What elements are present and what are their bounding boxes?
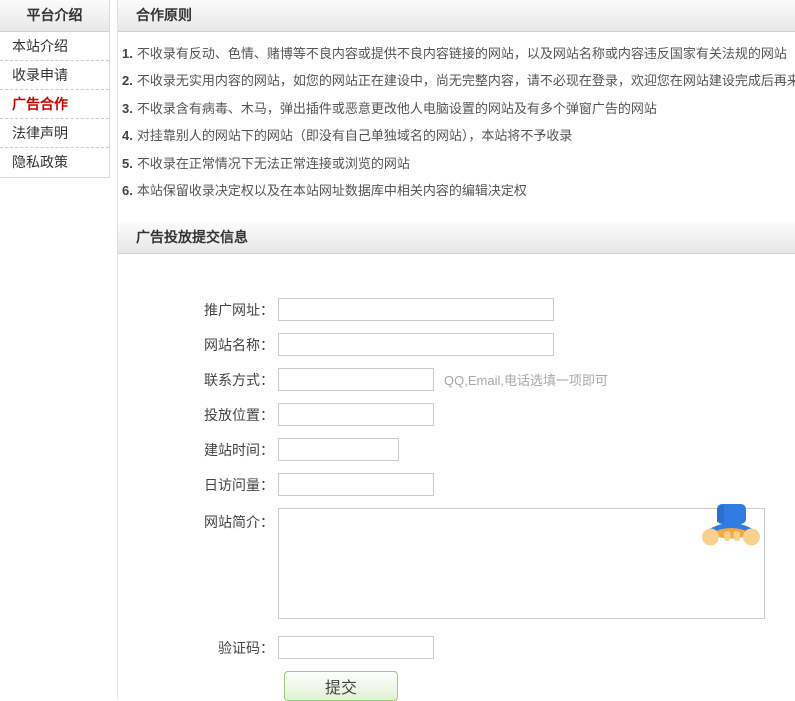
site-age-label: 建站时间： <box>118 440 278 460</box>
form-row-site-intro: 网站简介： <box>118 508 795 624</box>
ad-form-section-title: 广告投放提交信息 <box>118 222 795 254</box>
submit-button[interactable]: 提交 <box>284 671 398 701</box>
daily-visits-label: 日访问量： <box>118 475 278 495</box>
site-intro-label: 网站简介： <box>118 508 278 532</box>
ad-position-input[interactable] <box>278 403 434 426</box>
form-row-ad-position: 投放位置： <box>118 403 795 426</box>
sidebar-item-site-intro[interactable]: 本站介绍 <box>0 32 109 61</box>
promo-url-label: 推广网址： <box>118 300 278 320</box>
form-row-contact: 联系方式： QQ,Email,电话选填一项即可 <box>118 368 795 391</box>
contact-input[interactable] <box>278 368 434 391</box>
ad-position-label: 投放位置： <box>118 405 278 425</box>
sidebar-item-inclusion-apply[interactable]: 收录申请 <box>0 61 109 90</box>
site-intro-wrap <box>278 508 765 624</box>
rule-item: 4. 对挂靠别人的网站下的网站（即没有自己单独域名的网站），本站将不予收录 <box>122 122 795 149</box>
principles-list: 1. 不收录有反动、色情、赌博等不良内容或提供不良内容链接的网站，以及网站名称或内… <box>118 32 795 204</box>
contact-label: 联系方式： <box>118 370 278 390</box>
sidebar-item-privacy-policy[interactable]: 隐私政策 <box>0 148 109 177</box>
rule-number: 6. <box>122 183 133 198</box>
daily-visits-input[interactable] <box>278 473 434 496</box>
form-row-site-age: 建站时间： <box>118 438 795 461</box>
rule-number: 1. <box>122 46 133 61</box>
rule-item: 3. 不收录含有病毒、木马，弹出插件或恶意更改他人电脑设置的网站及有多个弹窗广告的… <box>122 95 795 122</box>
main-panel: 合作原则 1. 不收录有反动、色情、赌博等不良内容或提供不良内容链接的网站，以及网… <box>117 0 795 699</box>
site-name-input[interactable] <box>278 333 554 356</box>
form-row-daily-visits: 日访问量： <box>118 473 795 496</box>
rule-number: 5. <box>122 156 133 171</box>
rule-number: 3. <box>122 101 133 116</box>
rule-text: 不收录含有病毒、木马，弹出插件或恶意更改他人电脑设置的网站及有多个弹窗广告的网站 <box>137 101 657 116</box>
rule-item: 1. 不收录有反动、色情、赌博等不良内容或提供不良内容链接的网站，以及网站名称或内… <box>122 40 795 67</box>
rule-text: 对挂靠别人的网站下的网站（即没有自己单独域名的网站），本站将不予收录 <box>137 128 573 143</box>
ad-submission-form: 推广网址： 网站名称： 联系方式： QQ,Email,电话选填一项即可 投放位置… <box>118 298 795 701</box>
sidebar-title: 平台介绍 <box>0 0 109 32</box>
sidebar: 平台介绍 本站介绍 收录申请 广告合作 法律声明 隐私政策 <box>0 0 110 178</box>
submit-row: 提交 <box>118 671 795 701</box>
promo-url-input[interactable] <box>278 298 554 321</box>
form-row-captcha: 验证码： <box>118 636 795 659</box>
rule-item: 5. 不收录在正常情况下无法正常连接或浏览的网站 <box>122 150 795 177</box>
rule-item: 2. 不收录无实用内容的网站，如您的网站正在建设中，尚无完整内容，请不必现在登录，… <box>122 67 795 94</box>
site-age-input[interactable] <box>278 438 399 461</box>
rule-number: 2. <box>122 73 133 88</box>
site-intro-textarea[interactable] <box>278 508 765 619</box>
rule-text: 不收录有反动、色情、赌博等不良内容或提供不良内容链接的网站，以及网站名称或内容违… <box>137 46 787 61</box>
rule-number: 4. <box>122 128 133 143</box>
site-name-label: 网站名称： <box>118 335 278 355</box>
rule-text: 不收录无实用内容的网站，如您的网站正在建设中，尚无完整内容，请不必现在登录，欢迎… <box>137 73 795 88</box>
form-row-site-name: 网站名称： <box>118 333 795 356</box>
principles-section-title: 合作原则 <box>118 0 795 32</box>
rule-item: 6. 本站保留收录决定权以及在本站网址数据库中相关内容的编辑决定权 <box>122 177 795 204</box>
captcha-label: 验证码： <box>118 638 278 658</box>
rule-text: 不收录在正常情况下无法正常连接或浏览的网站 <box>137 156 410 171</box>
contact-hint: QQ,Email,电话选填一项即可 <box>444 370 608 389</box>
sidebar-item-legal-notice[interactable]: 法律声明 <box>0 119 109 148</box>
sidebar-item-ad-cooperation[interactable]: 广告合作 <box>0 90 109 119</box>
captcha-input[interactable] <box>278 636 434 659</box>
rule-text: 本站保留收录决定权以及在本站网址数据库中相关内容的编辑决定权 <box>137 183 527 198</box>
form-row-promo-url: 推广网址： <box>118 298 795 321</box>
